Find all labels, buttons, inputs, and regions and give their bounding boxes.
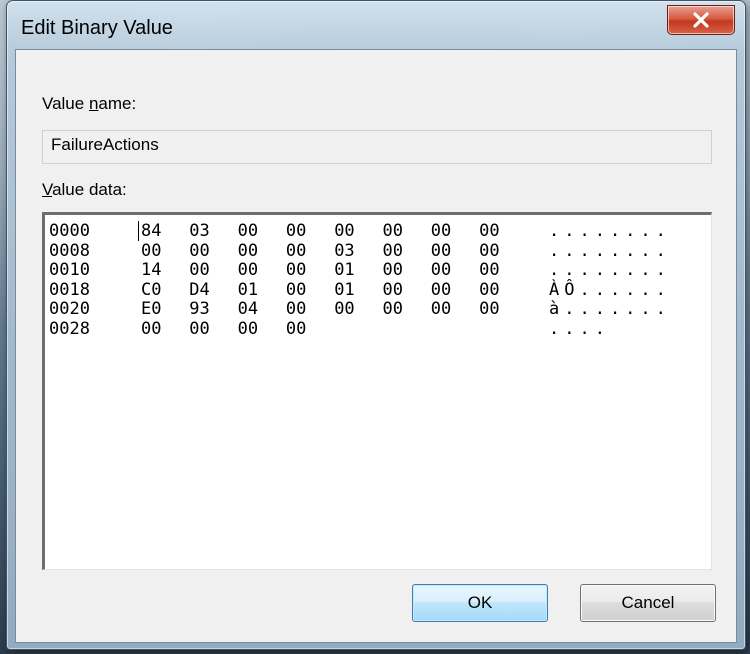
hex-byte: 00 bbox=[237, 221, 259, 241]
hex-byte: 00 bbox=[285, 240, 307, 261]
hex-byte: 00 bbox=[430, 240, 452, 261]
hex-ascii: ........ bbox=[549, 260, 671, 280]
hex-byte: 00 bbox=[189, 240, 210, 261]
hex-byte: 00 bbox=[189, 260, 210, 280]
hex-byte: 00 bbox=[141, 318, 162, 339]
hex-byte: 00 bbox=[479, 299, 500, 319]
value-data-label: Value data: bbox=[42, 180, 127, 199]
hex-offset: 0008 bbox=[49, 240, 90, 261]
hex-byte: 00 bbox=[285, 260, 307, 280]
value-data-hex-editor[interactable]: 0000 84 03 00 00 00 00 00 00........ 0008 00 00 00 00… bbox=[42, 212, 712, 570]
hex-byte: 00 bbox=[382, 260, 403, 280]
hex-byte: 00 bbox=[285, 299, 307, 319]
hex-byte: 00 bbox=[479, 279, 500, 300]
hex-byte: 01 bbox=[334, 279, 355, 300]
hex-byte: D4 bbox=[189, 279, 210, 300]
edit-binary-value-dialog: Edit Binary Value Value name: FailureAct… bbox=[6, 0, 746, 650]
hex-byte: 00 bbox=[479, 240, 500, 261]
hex-byte: 00 bbox=[285, 279, 307, 300]
hex-byte: 00 bbox=[382, 299, 403, 319]
hex-offset: 0010 bbox=[49, 260, 90, 280]
hex-byte: 03 bbox=[189, 221, 210, 241]
cancel-button[interactable]: Cancel bbox=[580, 584, 716, 622]
hex-byte: 00 bbox=[430, 221, 452, 241]
hex-ascii: ÀÔ...... bbox=[549, 279, 671, 300]
hex-byte: 00 bbox=[285, 318, 307, 339]
hex-byte: 00 bbox=[189, 318, 210, 339]
hex-byte: 00 bbox=[382, 221, 403, 241]
hex-byte: 00 bbox=[285, 221, 307, 241]
hex-offset: 0020 bbox=[49, 299, 90, 319]
hex-byte: 00 bbox=[237, 318, 259, 339]
hex-byte: 00 bbox=[382, 240, 403, 261]
hex-offset: 0000 bbox=[49, 221, 90, 241]
text-caret bbox=[138, 221, 139, 241]
ok-button[interactable]: OK bbox=[412, 584, 548, 622]
hex-byte: 14 bbox=[141, 260, 162, 280]
hex-byte: 00 bbox=[237, 240, 259, 261]
hex-byte: 00 bbox=[382, 279, 403, 300]
close-icon bbox=[693, 12, 709, 28]
hex-offset: 0018 bbox=[49, 279, 90, 300]
hex-ascii: ........ bbox=[549, 221, 671, 241]
hex-byte: 00 bbox=[141, 240, 162, 261]
hex-byte: C0 bbox=[141, 279, 162, 300]
close-button[interactable] bbox=[667, 5, 735, 35]
value-name-label: Value name: bbox=[42, 94, 137, 113]
hex-byte: 93 bbox=[189, 299, 210, 319]
hex-byte: 00 bbox=[430, 260, 452, 280]
hex-byte: 00 bbox=[237, 260, 259, 280]
hex-byte: 84 bbox=[141, 221, 162, 241]
hex-offset: 0028 bbox=[49, 318, 90, 339]
hex-byte: 04 bbox=[237, 299, 259, 319]
hex-byte: 00 bbox=[479, 221, 500, 241]
dialog-title: Edit Binary Value bbox=[21, 17, 173, 39]
hex-byte: E0 bbox=[141, 299, 162, 319]
hex-byte: 00 bbox=[479, 260, 500, 280]
hex-byte: 00 bbox=[430, 299, 452, 319]
hex-byte: 00 bbox=[430, 279, 452, 300]
hex-ascii: à....... bbox=[549, 299, 671, 319]
hex-ascii: .... bbox=[549, 318, 610, 339]
hex-byte: 01 bbox=[334, 260, 355, 280]
hex-byte: 01 bbox=[237, 279, 259, 300]
hex-byte: 00 bbox=[334, 221, 355, 241]
value-name-field[interactable]: FailureActions bbox=[42, 130, 712, 164]
hex-byte: 03 bbox=[334, 240, 355, 261]
hex-byte: 00 bbox=[334, 299, 355, 319]
dialog-client-area: Value name: FailureActions Value data: 0… bbox=[15, 49, 737, 643]
hex-ascii: ........ bbox=[549, 240, 671, 261]
